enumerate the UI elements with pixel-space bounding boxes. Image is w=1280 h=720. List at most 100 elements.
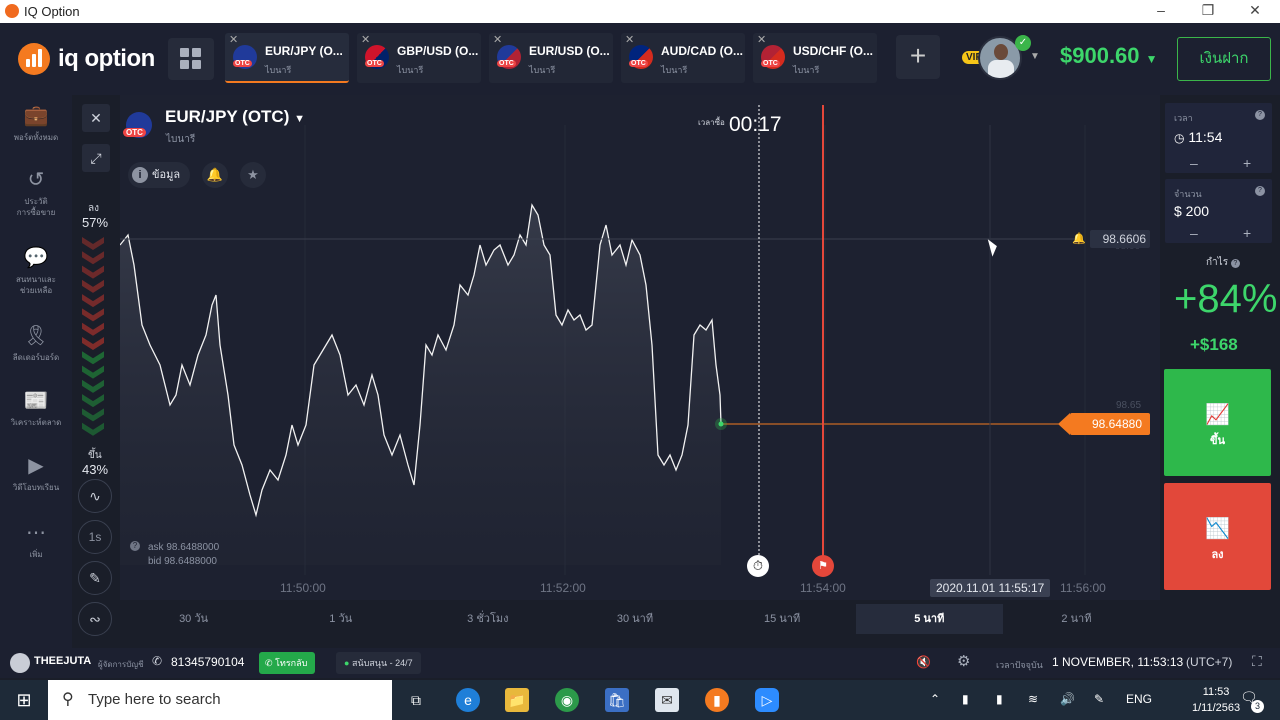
task-view-icon[interactable]: ⧉ (404, 688, 428, 712)
logo[interactable]: iq option (18, 41, 155, 77)
period-option[interactable]: 2 นาที (1003, 604, 1150, 634)
minimize-icon[interactable]: – (1146, 2, 1176, 18)
balance-value: $900.60 (1060, 43, 1140, 68)
expiry-time-field[interactable]: เวลา ? ◷ 11:54 – + (1165, 103, 1272, 173)
time-plus-button[interactable]: + (1243, 155, 1251, 171)
star-icon[interactable]: ★ (240, 162, 266, 188)
info-button[interactable]: i ข้อมูล (128, 162, 191, 188)
username[interactable]: THEEJUTA (34, 655, 91, 667)
asset-grid-button[interactable] (168, 38, 214, 80)
volume-icon[interactable]: 🔊 (1060, 692, 1075, 706)
restore-icon[interactable]: ❐ (1193, 2, 1223, 19)
purchase-timer: 00:17 (729, 113, 782, 136)
tab-asset[interactable]: ✕ OTC AUD/CAD (O... ไบนารี (621, 33, 745, 83)
bell-icon[interactable]: 🔔 (202, 162, 228, 188)
interval-button[interactable]: 1s (78, 520, 112, 554)
sidebar-item[interactable]: 💼 พอร์ตทั้งหมด (0, 103, 72, 143)
chrome-icon[interactable]: ◉ (555, 688, 579, 712)
close-tab-icon[interactable]: ✕ (757, 33, 766, 46)
tray-chevron-icon[interactable]: ⌃ (930, 692, 940, 706)
add-tab-button[interactable]: + (896, 35, 940, 79)
help-icon[interactable]: ? (130, 541, 140, 551)
period-option[interactable]: 3 ชั่วโมง (414, 604, 561, 634)
mute-icon[interactable]: 🔇 (916, 655, 931, 669)
balance[interactable]: $900.60 ▼ (1060, 43, 1158, 69)
amount-field[interactable]: จำนวน ? $ 200 – + (1165, 179, 1272, 243)
time-axis-label: 11:52:00 (540, 581, 586, 595)
taskbar-search-input[interactable]: ⚲ Type here to search (48, 680, 392, 720)
deposit-button[interactable]: เงินฝาก (1177, 37, 1271, 81)
period-option[interactable]: 5 นาที (855, 604, 1003, 634)
clock-date: 1/11/2563 (1192, 702, 1241, 714)
sidebar-item[interactable]: 💬 สนทนาและ ช่วยเหลือ (0, 245, 72, 296)
mail-icon[interactable]: ✉ (655, 688, 679, 712)
alert-price-tag[interactable]: 98.6606 (1090, 230, 1150, 248)
pen-icon[interactable]: ✎ (1094, 692, 1104, 706)
tab-asset[interactable]: ✕ OTC EUR/JPY (O... ไบนารี (225, 33, 349, 83)
history-icon: ↺ (27, 169, 45, 191)
gauge-up-mark (82, 408, 104, 422)
close-tab-icon[interactable]: ✕ (361, 33, 370, 46)
user-avatar[interactable] (10, 653, 30, 673)
tab-asset[interactable]: ✕ OTC GBP/USD (O... ไบนารี (357, 33, 481, 83)
asset-selector[interactable]: EUR/JPY (OTC) ▼ (165, 107, 305, 127)
gauge-down-mark (82, 294, 104, 308)
close-icon[interactable]: ✕ (1240, 2, 1270, 19)
indicators-icon[interactable]: ∾ (78, 602, 112, 636)
window-titlebar: IQ Option – ❐ ✕ (0, 0, 1280, 23)
usb-icon[interactable]: ▮ (996, 692, 1003, 706)
windows-start-icon[interactable]: ⊞ (12, 688, 36, 712)
period-option[interactable]: 30 วัน (120, 604, 267, 634)
close-tab-icon[interactable]: ✕ (229, 33, 238, 46)
phone-number[interactable]: 81345790104 (171, 655, 244, 669)
tab-asset-type: ไบนารี (265, 65, 292, 75)
amount-minus-button[interactable]: – (1190, 225, 1198, 241)
sidebar-item[interactable]: ↺ ประวัติ การซื้อขาย (0, 167, 72, 218)
fullscreen-icon[interactable]: ⛶ (1252, 653, 1262, 670)
chart-type-icon[interactable]: ∿ (78, 479, 112, 513)
period-option[interactable]: 30 นาที (561, 604, 708, 634)
chevron-down-icon[interactable]: ▼ (1030, 51, 1040, 62)
time-minus-button[interactable]: – (1190, 155, 1198, 171)
help-icon[interactable]: ? (1255, 186, 1265, 196)
support-button[interactable]: ● สนับสนุน - 24/7 (336, 652, 421, 674)
period-option[interactable]: 15 นาที (709, 604, 856, 634)
settings-gear-icon[interactable]: ⚙ (957, 652, 970, 670)
call-up-button[interactable]: 📈 ขึ้น (1164, 369, 1271, 476)
sidebar-item[interactable]: 📰 วิเคราะห์ตลาด (0, 388, 72, 428)
wifi-icon[interactable]: ≋ (1028, 692, 1038, 706)
up-label: ขึ้น (1209, 435, 1226, 447)
language-indicator[interactable]: ENG (1126, 692, 1152, 706)
logo-mark-icon (18, 43, 50, 75)
sidebar-item[interactable]: 🎗 ลีดเดอร์บอร์ด (0, 323, 72, 363)
gauge-down-mark (82, 322, 104, 336)
price-chart[interactable]: OTC EUR/JPY (OTC) ▼ ไบนารี i ข้อมูล 🔔 ★ เ… (120, 95, 1160, 600)
taskbar-clock[interactable]: 11:53 1/11/2563 (1192, 684, 1240, 716)
asset-name: EUR/JPY (OTC) (165, 107, 290, 126)
zoom-icon[interactable]: ▷ (755, 688, 779, 712)
whatsapp-button[interactable]: ✆ โทรกลับ (259, 652, 316, 674)
close-tab-icon[interactable]: ✕ (625, 33, 634, 46)
draw-pencil-icon[interactable]: ✎ (78, 561, 112, 595)
sidebar-item[interactable]: ▶ วิดีโอบทเรียน (0, 453, 72, 493)
edge-browser-icon[interactable]: e (456, 688, 480, 712)
alert-bell-icon[interactable]: 🔔 (1072, 232, 1086, 245)
sidebar-item-label: วิเคราะห์ตลาด (10, 418, 62, 427)
gauge-down-mark (82, 308, 104, 322)
tab-asset[interactable]: ✕ OTC EUR/USD (O... ไบนารี (489, 33, 613, 83)
put-down-button[interactable]: 📉 ลง (1164, 483, 1271, 590)
help-icon[interactable]: ? (1230, 259, 1240, 268)
close-tab-icon[interactable]: ✕ (493, 33, 502, 46)
iqoption-taskbar-icon[interactable]: ▮ (705, 688, 729, 712)
help-icon[interactable]: ? (1255, 110, 1265, 120)
period-option[interactable]: 1 วัน (267, 604, 414, 634)
sidebar-item[interactable]: ⋯ เพิ่ม (0, 520, 72, 560)
file-explorer-icon[interactable]: 📁 (505, 688, 529, 712)
close-chart-icon[interactable]: ✕ (82, 104, 110, 132)
battery-icon[interactable]: ▮ (962, 692, 969, 706)
amount-plus-button[interactable]: + (1243, 225, 1251, 241)
amount-value[interactable]: $ 200 (1174, 203, 1209, 219)
collapse-icon[interactable]: ⤢ (82, 144, 110, 172)
store-icon[interactable]: 🛍 (605, 688, 629, 712)
tab-asset[interactable]: ✕ OTC USD/CHF (O... ไบนารี (753, 33, 877, 83)
